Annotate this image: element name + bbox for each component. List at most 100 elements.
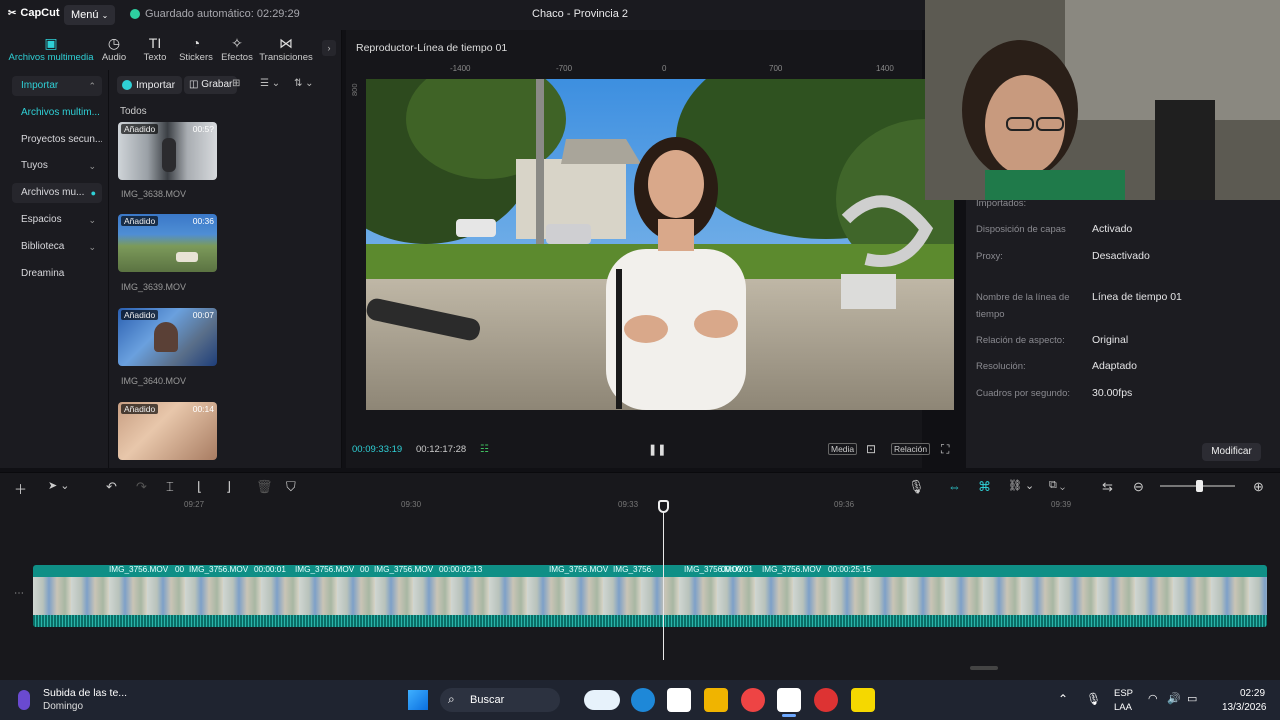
filter-all-label[interactable]: Todos bbox=[120, 106, 147, 117]
media-thumbnail[interactable]: Añadido 00:5? bbox=[118, 122, 217, 180]
marker-icon[interactable]: ⛉ bbox=[286, 479, 296, 495]
zoom-slider-handle[interactable] bbox=[1196, 480, 1203, 492]
sticky-notes-icon[interactable] bbox=[851, 688, 875, 712]
capcut-logo-icon: ✂ bbox=[8, 7, 17, 19]
undo-icon[interactable]: ↶ bbox=[106, 479, 117, 495]
sidebar-item-files-mu[interactable]: Archivos mu... ● bbox=[12, 183, 102, 204]
main-video-track[interactable]: IMG_3756.MOV 00 IMG_3756.MOV 00:00:01 IM… bbox=[33, 565, 1267, 627]
player-ruler: -1400 -700 0 700 1400 bbox=[366, 64, 954, 78]
prop-value-aspect: Original bbox=[1092, 334, 1129, 346]
tab-audio-label: Audio bbox=[101, 52, 127, 63]
sidebar-item-library[interactable]: Biblioteca ⌄ bbox=[12, 237, 102, 257]
car-shape bbox=[176, 252, 198, 262]
sidebar-item-media-files[interactable]: Archivos multim... bbox=[12, 103, 102, 123]
chevron-down-icon: ⌄ bbox=[101, 11, 109, 20]
modify-button[interactable]: Modificar bbox=[1202, 443, 1261, 461]
tab-effects-label: Efectos bbox=[221, 52, 253, 63]
zoom-out-icon[interactable]: ⊖ bbox=[1133, 479, 1144, 495]
edge-browser-icon[interactable] bbox=[631, 688, 655, 712]
total-time: 00:12:17:28 bbox=[416, 444, 467, 455]
tab-transitions-label: Transiciones bbox=[259, 52, 313, 63]
more-icon[interactable]: ⋯ bbox=[14, 588, 24, 599]
pause-icon[interactable]: ❚❚ bbox=[648, 443, 666, 456]
language-code[interactable]: ESP bbox=[1114, 688, 1133, 699]
capcut-active-icon[interactable] bbox=[777, 688, 801, 712]
record-icon: ◫ bbox=[189, 79, 199, 90]
tab-media[interactable]: ▣ Archivos multimedia bbox=[4, 35, 98, 63]
notification-title[interactable]: Subida de las te... bbox=[43, 687, 127, 699]
wifi-icon[interactable]: ◠ bbox=[1148, 692, 1158, 705]
trim-right-icon[interactable]: ⌋ bbox=[226, 479, 231, 495]
media-thumbnail[interactable]: Añadido 00:14 bbox=[118, 402, 217, 460]
chevron-down-icon: ⌄ bbox=[88, 241, 96, 252]
timeline-ruler: 09:27 09:30 09:33 09:36 09:39 bbox=[30, 500, 1280, 514]
prop-label-timeline-name: Nombre de la línea de tiempo bbox=[976, 292, 1070, 320]
fit-icon[interactable]: ⇆ bbox=[1102, 479, 1113, 495]
volume-icon[interactable]: 🔊 bbox=[1167, 692, 1181, 705]
app-name: CapCut bbox=[20, 7, 60, 19]
zoom-in-icon[interactable]: ⊕ bbox=[1253, 479, 1264, 495]
microphone-tray-icon[interactable]: 🎙 bbox=[1086, 692, 1101, 706]
fullscreen-icon[interactable]: ⛶ bbox=[941, 442, 949, 457]
ratio-button[interactable]: Relación bbox=[891, 443, 931, 455]
preview-axis-icon[interactable]: ⧉ ⌄ bbox=[1049, 479, 1065, 492]
link-icon[interactable]: ⛓ ⌄ bbox=[1008, 479, 1034, 492]
chevron-right-icon[interactable]: › bbox=[322, 40, 336, 56]
link-clips-icon[interactable]: ⇔ bbox=[948, 479, 961, 494]
current-time: 00:09:33:19 bbox=[352, 444, 403, 455]
chrome-icon[interactable] bbox=[741, 688, 765, 712]
recorder-icon[interactable] bbox=[814, 688, 838, 712]
clock-date[interactable]: 13/3/2026 bbox=[1222, 702, 1267, 713]
chevron-down-icon: ⌄ bbox=[88, 161, 96, 172]
sidebar-item-secondary-projects[interactable]: Proyectos secun... bbox=[12, 130, 102, 150]
file-explorer-icon[interactable] bbox=[704, 688, 728, 712]
import-button[interactable]: Importar bbox=[117, 76, 183, 94]
waveform-icon[interactable]: ☷ bbox=[480, 444, 489, 455]
tab-transitions[interactable]: ⋈ Transiciones bbox=[259, 35, 313, 63]
microphone-icon[interactable]: 🎙 bbox=[908, 479, 925, 495]
trim-left-icon[interactable]: ⌊ bbox=[197, 479, 202, 495]
split-icon[interactable]: ⌶ bbox=[166, 479, 174, 495]
screenshot-icon[interactable]: ⊡ bbox=[866, 442, 876, 456]
grid-view-icon[interactable]: ⊞ bbox=[232, 78, 240, 89]
video-preview[interactable] bbox=[366, 79, 954, 410]
add-track-icon[interactable]: ＋ bbox=[14, 479, 27, 498]
ruler-tick: 09:39 bbox=[1051, 500, 1072, 509]
chevron-up-icon[interactable]: ⌃ bbox=[1058, 692, 1068, 706]
clock-time[interactable]: 02:29 bbox=[1240, 688, 1265, 699]
list-view-icon[interactable]: ☰ ⌄ bbox=[260, 78, 280, 89]
keyboard-layout[interactable]: LAA bbox=[1114, 702, 1132, 713]
menu-button[interactable]: Menú ⌄ bbox=[64, 5, 116, 25]
battery-icon[interactable]: ▭ bbox=[1187, 692, 1197, 705]
redo-icon[interactable]: ↷ bbox=[136, 479, 147, 495]
sidebar-item-import[interactable]: Importar ⌃ bbox=[12, 76, 102, 96]
sidebar-item-label: Archivos mu... bbox=[21, 187, 85, 199]
autosave-text: Guardado automático: 02:29:29 bbox=[145, 8, 300, 20]
ruler-tick: -1400 bbox=[450, 64, 471, 73]
media-thumbnail[interactable]: Añadido 00:07 bbox=[118, 308, 217, 366]
magnet-icon[interactable]: ⌘ bbox=[978, 479, 991, 495]
widget-icon[interactable] bbox=[584, 690, 620, 710]
clip-label: IMG_3756.MOV bbox=[549, 565, 609, 574]
sidebar-item-spaces[interactable]: Espacios ⌄ bbox=[12, 210, 102, 230]
media-thumbnail[interactable]: Añadido 00:36 bbox=[118, 214, 217, 272]
clip-label: 00:00:02:13 bbox=[439, 565, 483, 574]
windows-start-icon[interactable] bbox=[408, 690, 428, 710]
horizontal-scrollbar[interactable] bbox=[970, 666, 998, 670]
clip-label: 00 bbox=[175, 565, 185, 574]
record-button[interactable]: ◫ Grabar bbox=[184, 76, 238, 94]
project-title[interactable]: Chaco - Provincia 2 bbox=[500, 8, 660, 20]
select-tool-icon[interactable]: ➤ ⌄ bbox=[48, 479, 70, 492]
sidebar-item-yours[interactable]: Tuyos ⌄ bbox=[12, 156, 102, 176]
media-filename: IMG_3638.MOV bbox=[121, 189, 187, 199]
delete-icon[interactable]: 🗑 bbox=[256, 479, 273, 495]
playhead-handle[interactable] bbox=[658, 500, 669, 513]
media-toggle-button[interactable]: Media bbox=[828, 443, 858, 455]
playhead-line[interactable] bbox=[663, 500, 664, 660]
search-box[interactable]: ⌕ Buscar bbox=[440, 688, 560, 712]
tab-effects[interactable]: ✧ Efectos bbox=[213, 35, 261, 63]
ruler-tick: 09:30 bbox=[401, 500, 422, 509]
sidebar-item-dreamina[interactable]: Dreamina bbox=[12, 264, 102, 284]
sort-icon[interactable]: ⇅ ⌄ bbox=[294, 78, 314, 89]
capcut-taskbar-icon[interactable] bbox=[667, 688, 691, 712]
